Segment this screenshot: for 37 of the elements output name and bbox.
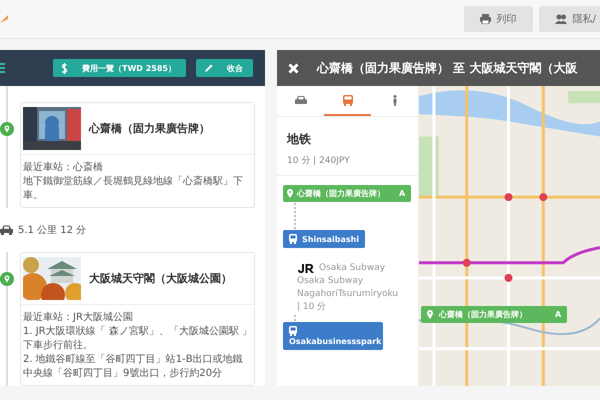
dollar-icon [61,62,68,74]
train-icon [289,326,297,336]
train-icon [289,234,297,244]
people-icon [554,14,567,24]
transit-operator: Osaka Subway [319,262,386,275]
stop-description: 最近車站：心斎橋 [23,161,104,175]
stop-description: 最近車站：JR大阪城公園 [23,311,134,325]
printer-icon [480,14,491,24]
toolbar-button[interactable]: 列印 [464,6,533,32]
cost-button[interactable]: 費用一覽（TWD 2585） [53,59,186,77]
close-icon [288,62,299,74]
collapse-button[interactable]: 收合 [196,59,253,77]
transit-heading: 地铁 [287,131,312,148]
pencil-icon [204,64,213,72]
transit-line: Osaka Subway [297,275,364,288]
rail-logo-icon [297,263,315,274]
ride-duration: | 10 分 [297,301,328,314]
trip-summary: 10 分 | 240JPY [287,154,351,167]
transit-direction: NagahoriTsurumiryoku [297,288,400,301]
stop-description: 地下鐵御堂筋線／長堀鶴見綠地線「心斎橋駅」下車。 [23,175,244,203]
car-icon [294,94,306,106]
travel-distance: 5.1 公里 12 分 [18,224,86,237]
stop-description: 1. JR大阪環狀線「 森ノ宮駅」、「大阪城公園駅 」下車步行前往。 [23,325,252,353]
station-tag: Osakabusinessspark [283,322,383,350]
logo-icon [0,14,8,24]
stop-title: 心齋橋（固力果廣告牌） [89,121,210,136]
stop-title: 大阪城天守閣（大阪城公園） [89,271,232,286]
toolbar-button[interactable]: 隱私/ [538,6,600,32]
map-pin-icon [427,310,433,319]
stop-description: 2. 地鐵谷町線至「谷町四丁目」站1-B出口或地鐵中央線「谷町四丁目」9號出口，步行約20分 [23,353,244,381]
bus-icon [342,94,354,106]
menu-icon [0,63,5,73]
map-pin-icon [287,189,293,198]
route-title: 心齋橋（固力果廣告牌） 至 大阪城天守閣（大阪 [317,60,578,76]
map-marker: 心齋橋（固力果廣告牌） A [421,306,568,323]
station-tag: Shinsaibashi [283,230,366,248]
place-tag: 心齋橋（固力果廣告牌） A [283,185,411,202]
